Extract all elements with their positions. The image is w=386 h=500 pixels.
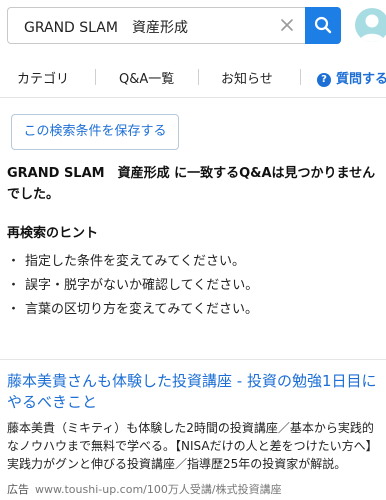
no-result-message: GRAND SLAM 資産形成 に一致するQ&Aは見つかりませんでした。 [7,166,376,202]
list-item: ・指定した条件を変えてみてください。 [7,253,258,277]
bullet: ・ [7,254,21,269]
close-icon[interactable] [277,15,297,35]
section-divider [0,359,386,360]
nav-item-news[interactable]: お知らせ [221,68,273,87]
list-item: ・言葉の区切り方を変えてみてください。 [7,301,258,325]
question-icon: ? [317,73,331,87]
search-icon [314,16,332,34]
search-button[interactable] [305,7,341,44]
ad-label: 広告 [7,483,29,496]
search-input-value[interactable]: GRAND SLAM 資産形成 [24,17,188,37]
save-search-condition-button[interactable]: この検索条件を保存する [11,114,179,150]
hint-text: 言葉の区切り方を変えてみてください。 [25,302,258,317]
hint-list: ・指定した条件を変えてみてください。 ・誤字・脱字がないか確認してください。 ・… [7,253,258,325]
nav-divider [300,69,301,85]
bullet: ・ [7,278,21,293]
search-bar: GRAND SLAM 資産形成 [0,0,386,52]
nav-item-category[interactable]: カテゴリ [17,68,69,87]
ad-description: 藤本美貴（ミキティ）も体験した2時間の投資講座／基本から実践的なノウハウまで無料… [7,421,378,471]
ad-title-link[interactable]: 藤本美貴さんも体験した投資講座 - 投資の勉強1日目にやるべきこと [7,371,382,413]
ad-url-line: 広告 www.toushi-up.com/100万人受講/株式投資講座 [7,481,282,497]
bullet: ・ [7,302,21,317]
hint-text: 指定した条件を変えてみてください。 [25,254,245,269]
main-nav: カテゴリ Q&A一覧 お知らせ ? 質問する [0,56,386,98]
ad-url[interactable]: www.toushi-up.com/100万人受講/株式投資講座 [35,483,282,496]
ask-question-label: 質問する [336,72,386,87]
nav-divider [95,69,96,85]
search-input[interactable]: GRAND SLAM 資産形成 [7,7,305,44]
nav-divider [198,69,199,85]
nav-item-qa-list[interactable]: Q&A一覧 [119,68,174,87]
hint-text: 誤字・脱字がないか確認してください。 [25,278,259,293]
user-avatar-icon [359,14,385,42]
avatar[interactable] [355,8,386,42]
hint-title: 再検索のヒント [7,226,99,241]
ask-question-button[interactable]: ? 質問する [317,68,386,87]
list-item: ・誤字・脱字がないか確認してください。 [7,277,258,301]
